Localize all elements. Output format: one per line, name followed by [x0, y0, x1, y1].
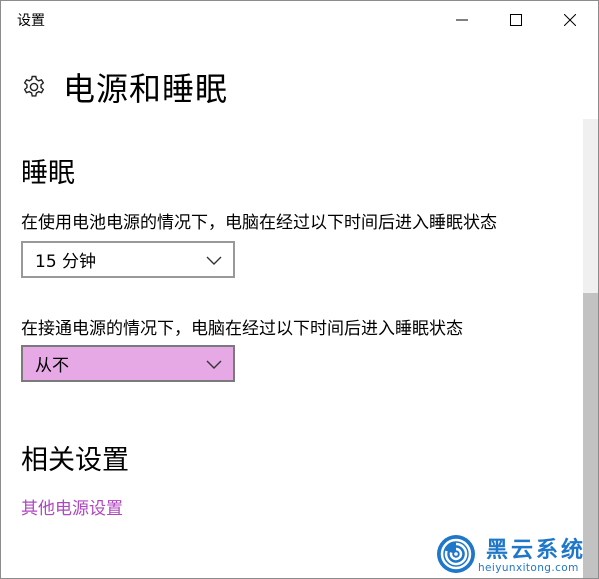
plugged-sleep-value: 从不	[35, 356, 69, 376]
battery-sleep-dropdown[interactable]: 15 分钟	[21, 241, 235, 278]
watermark: 黑云系统 heiyunxitong.com	[434, 532, 584, 578]
plugged-sleep-label: 在接通电源的情况下，电脑在经过以下时间后进入睡眠状态	[21, 319, 463, 339]
close-icon	[564, 14, 576, 26]
minimize-icon	[456, 19, 468, 21]
maximize-icon	[510, 14, 522, 26]
battery-sleep-label: 在使用电池电源的情况下，电脑在经过以下时间后进入睡眠状态	[21, 213, 497, 233]
additional-power-settings-link[interactable]: 其他电源设置	[21, 494, 123, 519]
close-button[interactable]	[547, 1, 593, 39]
plugged-sleep-dropdown[interactable]: 从不	[21, 345, 235, 382]
maximize-button[interactable]	[493, 1, 539, 39]
title-bar[interactable]: 设置	[1, 1, 598, 39]
window-title: 设置	[17, 13, 45, 29]
page-header: 电源和睡眠	[21, 65, 228, 109]
swirl-logo-icon	[437, 535, 475, 573]
battery-sleep-value: 15 分钟	[35, 252, 97, 272]
watermark-url: heiyunxitong.com	[478, 562, 579, 574]
settings-window: 设置 电源和睡眠 睡眠 在使用电池电源的情况下，电脑在经过以下时间后进入睡眠状态…	[0, 0, 599, 579]
gear-icon	[23, 75, 45, 97]
chevron-down-icon	[206, 256, 222, 265]
sleep-section-heading: 睡眠	[21, 158, 75, 189]
watermark-brand: 黑云系统	[486, 538, 587, 563]
chevron-down-icon	[206, 360, 222, 369]
page-title: 电源和睡眠	[63, 70, 229, 108]
related-settings-heading: 相关设置	[21, 445, 129, 476]
minimize-button[interactable]	[439, 1, 485, 39]
